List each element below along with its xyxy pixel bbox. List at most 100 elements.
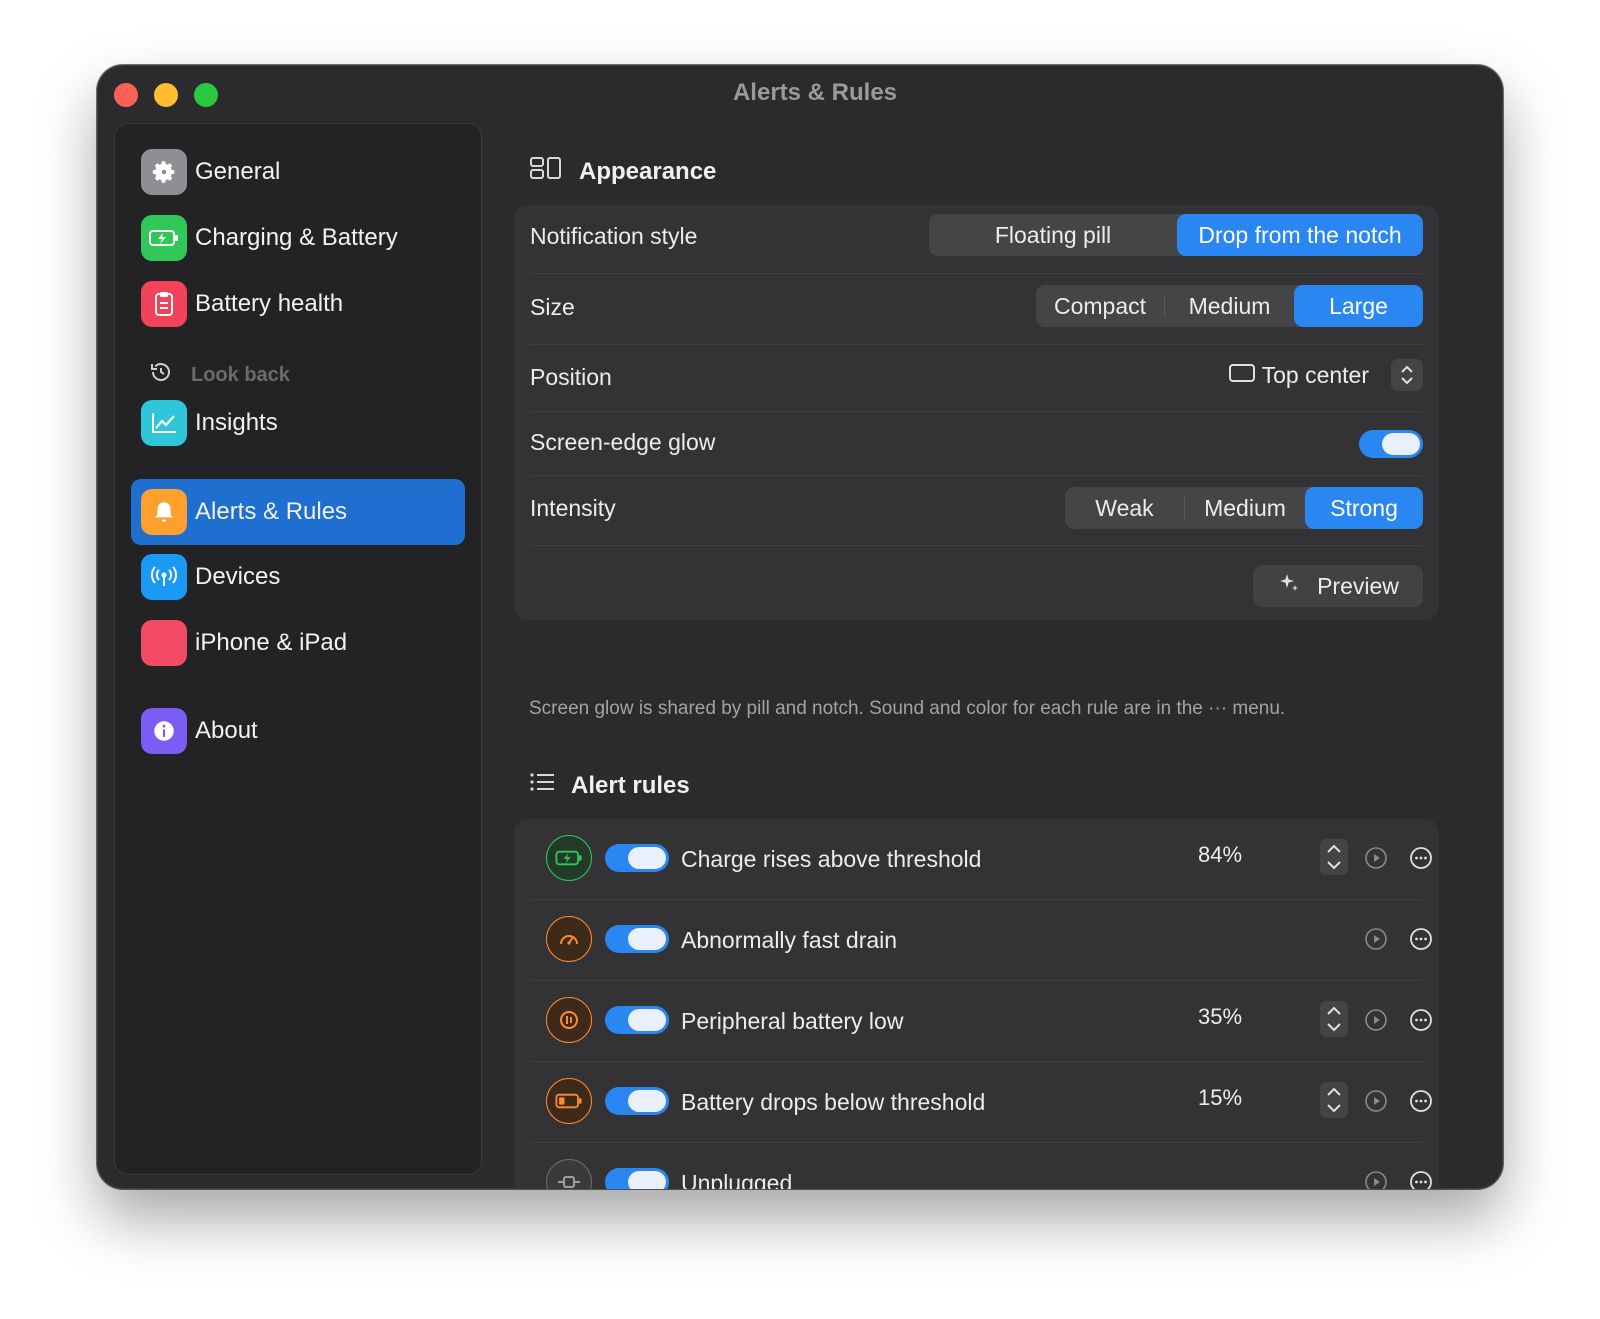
- battery-charging-icon: [141, 215, 187, 261]
- play-sound-button[interactable]: [1364, 1170, 1388, 1189]
- play-sound-button[interactable]: [1364, 927, 1388, 956]
- sidebar: General Charging & Battery Battery healt…: [114, 123, 482, 1175]
- appearance-footnote: Screen glow is shared by pill and notch.…: [529, 698, 1286, 719]
- layout-icon: [529, 155, 563, 188]
- sidebar-item-battery-health[interactable]: Battery health: [131, 271, 465, 337]
- section-look-back: Look back: [149, 360, 290, 390]
- position-label: Position: [530, 364, 612, 390]
- waves-icon: [546, 997, 592, 1043]
- sidebar-item-devices[interactable]: Devices: [131, 544, 465, 610]
- notification-style-label: Notification style: [530, 223, 698, 249]
- sidebar-item-iphone-ipad[interactable]: iPhone & iPad: [131, 610, 465, 676]
- sidebar-item-about[interactable]: About: [131, 698, 465, 764]
- rule-enabled-toggle[interactable]: [605, 844, 669, 872]
- device-icon: [141, 620, 187, 666]
- info-icon: [141, 708, 187, 754]
- preview-label: Preview: [1317, 572, 1399, 599]
- play-sound-button[interactable]: [1364, 1089, 1388, 1118]
- rule-threshold-value: 15%: [1198, 1085, 1243, 1110]
- history-icon: [149, 360, 173, 390]
- position-value: Top center: [1261, 361, 1369, 388]
- rule-row: Unplugged: [530, 1143, 1432, 1189]
- intensity-weak-option[interactable]: Weak: [1065, 487, 1184, 529]
- sidebar-item-label: About: [195, 717, 258, 744]
- appearance-title: Appearance: [579, 157, 717, 185]
- antenna-icon: [141, 554, 187, 600]
- size-medium-option[interactable]: Medium: [1165, 285, 1294, 327]
- app-window: Alerts & Rules General Charging & Batter…: [97, 65, 1503, 1189]
- rule-label: Charge rises above threshold: [681, 846, 982, 872]
- rule-threshold-value: 84%: [1198, 842, 1243, 867]
- chart-icon: [141, 400, 187, 446]
- more-options-button[interactable]: [1409, 1089, 1433, 1118]
- size-segmented: Compact Medium Large: [1036, 285, 1423, 327]
- gear-icon: [141, 149, 187, 195]
- rule-row: Peripheral battery low 35%: [530, 981, 1432, 1062]
- more-options-button[interactable]: [1409, 927, 1433, 956]
- size-label: Size: [530, 294, 575, 320]
- intensity-label: Intensity: [530, 495, 616, 521]
- more-options-button[interactable]: [1409, 1008, 1433, 1037]
- size-compact-option[interactable]: Compact: [1036, 285, 1164, 327]
- rule-enabled-toggle[interactable]: [605, 925, 669, 953]
- appearance-header: Appearance: [529, 155, 716, 188]
- intensity-segmented: Weak Medium Strong: [1065, 487, 1423, 529]
- floating-pill-option[interactable]: Floating pill: [929, 214, 1177, 256]
- rule-enabled-toggle[interactable]: [605, 1168, 669, 1189]
- rule-label: Abnormally fast drain: [681, 927, 898, 953]
- rule-enabled-toggle[interactable]: [605, 1087, 669, 1115]
- window-title: Alerts & Rules: [732, 79, 898, 106]
- sidebar-item-insights[interactable]: Insights: [131, 390, 465, 456]
- main-content: Appearance Notification style Floating p…: [497, 123, 1503, 1189]
- sidebar-item-alerts-rules[interactable]: Alerts & Rules: [131, 479, 465, 545]
- drop-from-notch-option[interactable]: Drop from the notch: [1177, 214, 1423, 256]
- alert-rules-header: Alert rules: [529, 771, 690, 800]
- size-row: Size Compact Medium Large: [530, 274, 1423, 345]
- sidebar-item-label: General: [195, 158, 281, 185]
- glow-label: Screen-edge glow: [530, 429, 716, 455]
- threshold-stepper[interactable]: [1320, 839, 1348, 875]
- preview-button[interactable]: Preview: [1253, 565, 1423, 607]
- intensity-medium-option[interactable]: Medium: [1185, 487, 1305, 529]
- battery-charging-icon: [546, 835, 592, 881]
- notification-style-row: Notification style Floating pill Drop fr…: [530, 205, 1423, 274]
- sidebar-item-label: Devices: [195, 563, 281, 590]
- bell-icon: [141, 489, 187, 535]
- rule-row: Battery drops below threshold 15%: [530, 1062, 1432, 1143]
- sparkles-icon: [1277, 571, 1301, 601]
- intensity-strong-option[interactable]: Strong: [1305, 487, 1423, 529]
- more-options-button[interactable]: [1409, 1170, 1433, 1189]
- intensity-row: Intensity Weak Medium Strong: [530, 476, 1423, 546]
- screen-icon: [1228, 362, 1256, 389]
- rule-label: Battery drops below threshold: [681, 1089, 986, 1115]
- up-down-chevron-icon: [1391, 359, 1423, 391]
- notification-style-segmented: Floating pill Drop from the notch: [929, 214, 1423, 256]
- rule-row: Abnormally fast drain: [530, 900, 1432, 981]
- plug-icon: [546, 1159, 592, 1189]
- alert-rules-title: Alert rules: [571, 771, 690, 799]
- position-row: Position Top center: [530, 345, 1423, 412]
- section-label: Look back: [191, 363, 290, 386]
- more-options-button[interactable]: [1409, 846, 1433, 875]
- play-sound-button[interactable]: [1364, 846, 1388, 875]
- rule-row: Charge rises above threshold 84%: [530, 819, 1432, 900]
- sidebar-item-general[interactable]: General: [131, 139, 465, 205]
- sidebar-item-label: iPhone & iPad: [195, 629, 348, 656]
- sidebar-item-label: Alerts & Rules: [195, 498, 348, 525]
- position-popup[interactable]: Top center: [1228, 359, 1423, 391]
- threshold-stepper[interactable]: [1320, 1082, 1348, 1118]
- speedometer-icon: [546, 916, 592, 962]
- list-icon: [529, 771, 555, 800]
- rule-label: Unplugged: [681, 1170, 793, 1189]
- sidebar-item-label: Charging & Battery: [195, 224, 398, 251]
- glow-toggle[interactable]: [1359, 430, 1423, 458]
- threshold-stepper[interactable]: [1320, 1001, 1348, 1037]
- clipboard-icon: [141, 281, 187, 327]
- alert-rules-card: Charge rises above threshold 84% Abnorma…: [514, 819, 1439, 1189]
- play-sound-button[interactable]: [1364, 1008, 1388, 1037]
- appearance-card: Notification style Floating pill Drop fr…: [514, 205, 1439, 620]
- sidebar-item-charging-battery[interactable]: Charging & Battery: [131, 205, 465, 271]
- size-large-option[interactable]: Large: [1294, 285, 1423, 327]
- rule-enabled-toggle[interactable]: [605, 1006, 669, 1034]
- glow-row: Screen-edge glow: [530, 412, 1423, 476]
